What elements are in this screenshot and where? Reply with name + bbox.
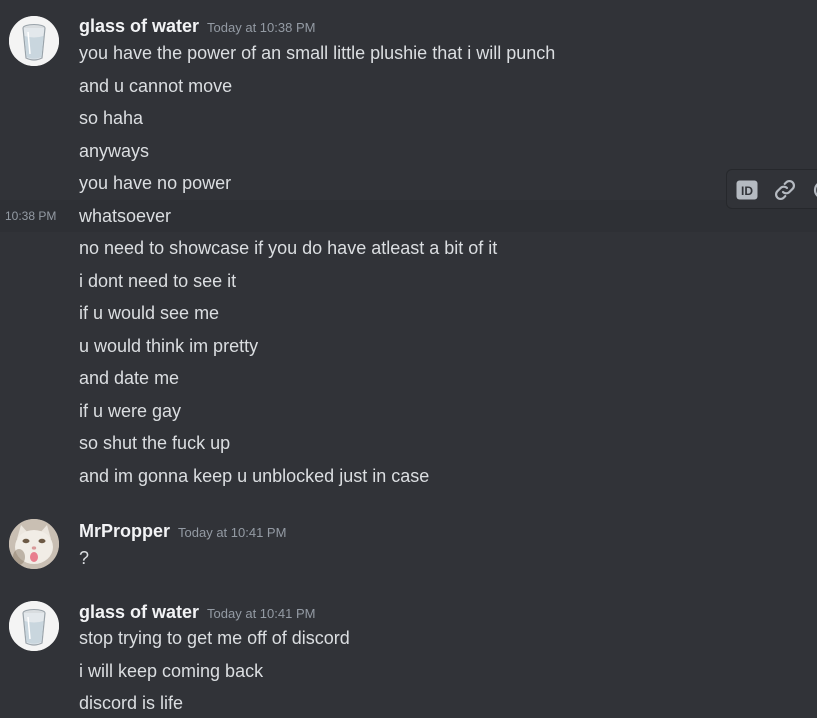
message-text: you have no power: [79, 173, 232, 193]
message-text: ?: [79, 548, 90, 568]
message-text: and im gonna keep u unblocked just in ca…: [79, 465, 430, 486]
more-button[interactable]: [811, 178, 817, 202]
message-text: u would think im pretty: [79, 335, 259, 356]
id-button[interactable]: ID: [735, 178, 759, 202]
copy-link-button[interactable]: [773, 178, 797, 202]
message-line[interactable]: so shut the fuck up: [0, 427, 817, 460]
message-text: and u cannot move: [79, 75, 233, 96]
link-icon: [774, 179, 796, 201]
message-text: so haha: [79, 108, 144, 128]
message-timestamp: Today at 10:38 PM: [207, 20, 316, 35]
message-line[interactable]: i will keep coming back: [0, 655, 817, 688]
message-line[interactable]: if u were gay: [0, 395, 817, 428]
message-timestamp: Today at 10:41 PM: [207, 606, 316, 621]
username[interactable]: MrPropper: [79, 521, 170, 541]
message-line[interactable]: and im gonna keep u unblocked just in ca…: [0, 460, 817, 493]
message-text: whatsoever: [79, 205, 172, 226]
message-toolbar: ID: [726, 169, 817, 209]
message-line[interactable]: you have the power of an small little pl…: [0, 37, 817, 70]
message-line[interactable]: u would think im pretty: [0, 330, 817, 363]
message-text: stop trying to get me off of discord: [79, 628, 350, 648]
message-line[interactable]: i dont need to see it: [0, 265, 817, 298]
message-text: i will keep coming back: [79, 660, 264, 681]
message-line[interactable]: anyways: [0, 135, 817, 168]
chat-messages: glass of water Today at 10:38 PM you have…: [0, 0, 817, 718]
hover-timestamp: 10:38 PM: [5, 208, 57, 223]
message-line[interactable]: if u would see me: [0, 297, 817, 330]
message-line-hovered[interactable]: 10:38 PM whatsoever: [0, 199, 817, 232]
message-line[interactable]: so haha: [0, 102, 817, 135]
message-text: discord is life: [79, 693, 184, 713]
message-text: if u would see me: [79, 303, 220, 323]
more-icon: [813, 183, 817, 197]
svg-text:ID: ID: [741, 184, 753, 198]
username[interactable]: glass of water: [79, 16, 199, 36]
message-line[interactable]: and u cannot move: [0, 70, 817, 103]
message-header: glass of water Today at 10:41 PM: [79, 600, 315, 624]
message-line[interactable]: no need to showcase if you do have atlea…: [0, 232, 817, 265]
message-line[interactable]: stop trying to get me off of discord: [0, 622, 817, 655]
message-text: you have the power of an small little pl…: [79, 43, 556, 63]
message-timestamp: Today at 10:41 PM: [178, 525, 287, 540]
message-header: MrPropper Today at 10:41 PM: [79, 519, 286, 543]
message-text: i dont need to see it: [79, 270, 237, 291]
message-text: and date me: [79, 368, 180, 388]
message-line[interactable]: you have no power: [0, 167, 817, 200]
message-text: so shut the fuck up: [79, 433, 231, 453]
message-line[interactable]: and date me: [0, 362, 817, 395]
username[interactable]: glass of water: [79, 602, 199, 622]
message-text: no need to showcase if you do have atlea…: [79, 238, 498, 258]
id-icon: ID: [736, 180, 758, 200]
message-line[interactable]: discord is life: [0, 687, 817, 718]
message-header: glass of water Today at 10:38 PM: [79, 14, 315, 38]
message-text: if u were gay: [79, 400, 182, 421]
message-text: anyways: [79, 140, 150, 161]
message-line[interactable]: ?: [0, 542, 817, 575]
